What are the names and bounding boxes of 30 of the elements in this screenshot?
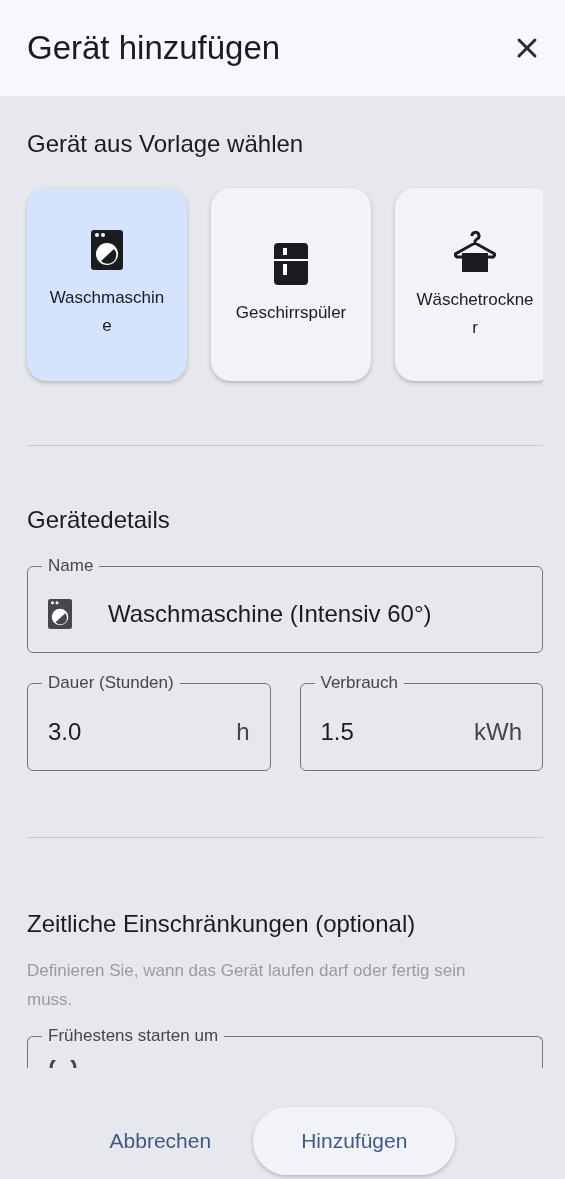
- section-heading: Gerät aus Vorlage wählen: [27, 130, 305, 158]
- section-description: Definieren Sie, wann das Gerät laufen darf oder fertig sein muss.: [27, 960, 467, 1011]
- field-label: Frühestens starten um: [47, 1027, 220, 1046]
- field-value: 3.0: [48, 717, 83, 746]
- add-button[interactable]: Hinzufügen: [253, 1107, 456, 1175]
- time-field[interactable]: Frühestens starten um: [27, 1026, 543, 1068]
- template-card[interactable]: Geschirrspüler: [211, 188, 371, 381]
- field-label: Name: [47, 556, 95, 576]
- input-field[interactable]: Dauer (Stunden) 3.0 h: [27, 673, 271, 771]
- section-heading: Zeitliche Einschränkungen (optional): [27, 910, 417, 938]
- field-label: Verbrauch: [319, 673, 399, 693]
- card-label: Wäschetrockner: [415, 288, 535, 339]
- section-heading: Gerätedetails: [27, 506, 171, 534]
- clock-icon: [48, 1060, 78, 1068]
- dialog-title: Gerät hinzufügen: [27, 29, 281, 67]
- unit-label: h: [236, 717, 250, 746]
- washing-machine-icon: [48, 599, 72, 629]
- template-card[interactable]: Waschmaschine: [27, 188, 187, 381]
- name-field[interactable]: Name Waschmaschine (Intensiv 60°): [27, 556, 543, 653]
- field-label: Dauer (Stunden): [47, 673, 175, 693]
- field-value: 1.5: [320, 717, 355, 746]
- card-label: Geschirrspüler: [234, 301, 348, 324]
- appliance-icon: [274, 242, 308, 285]
- card-label: Waschmaschine: [48, 286, 166, 337]
- unit-label: kWh: [474, 717, 522, 746]
- template-card[interactable]: Wäschetrockner: [395, 188, 543, 381]
- cancel-button[interactable]: Abbrechen: [109, 1107, 212, 1175]
- washing-machine-icon: [91, 229, 123, 270]
- input-field[interactable]: Verbrauch 1.5 kWh: [299, 673, 543, 771]
- field-value: Waschmaschine (Intensiv 60°): [108, 600, 433, 628]
